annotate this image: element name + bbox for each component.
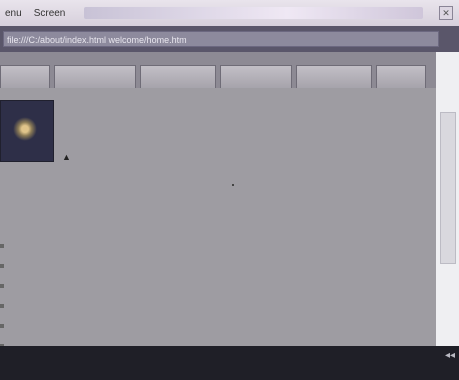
- tab-1[interactable]: [54, 65, 136, 88]
- vertical-scrollbar[interactable]: [436, 52, 459, 346]
- address-bar: file:///C:/about/index.html welcome/home…: [0, 26, 459, 52]
- browser-window: enu Screen ✕ file:///C:/about/index.html…: [0, 0, 459, 380]
- tab-2[interactable]: [140, 65, 216, 88]
- bullet-icon: [0, 264, 4, 268]
- thumbnail-image: [0, 100, 54, 162]
- menu-item-0[interactable]: enu: [2, 8, 25, 19]
- bullet-icon: [0, 304, 4, 308]
- bullet-icon: [0, 324, 4, 328]
- tab-5[interactable]: [376, 65, 426, 88]
- cursor-dot: [232, 184, 234, 186]
- status-icons: ◂◂: [444, 350, 455, 361]
- tab-4[interactable]: [296, 65, 372, 88]
- title-strip: [84, 7, 423, 19]
- list-item[interactable]: [0, 318, 430, 338]
- menu-bar: enu Screen ✕: [0, 0, 459, 26]
- status-bar: ◂◂: [0, 346, 459, 380]
- tab-bar: [0, 52, 459, 88]
- tab-3[interactable]: [220, 65, 292, 88]
- item-list: [0, 238, 430, 346]
- list-item[interactable]: [0, 258, 430, 278]
- list-item[interactable]: [0, 298, 430, 318]
- tab-0[interactable]: [0, 65, 50, 88]
- menu-item-screen[interactable]: Screen: [31, 8, 69, 19]
- page-content: ▲: [0, 88, 436, 346]
- bullet-icon: [0, 284, 4, 288]
- list-item[interactable]: [0, 338, 430, 346]
- address-input[interactable]: file:///C:/about/index.html welcome/home…: [3, 31, 439, 47]
- close-icon[interactable]: ✕: [439, 6, 453, 20]
- scroll-thumb[interactable]: [440, 112, 456, 264]
- sparkle-icon: [13, 117, 37, 141]
- caret-icon: ▲: [62, 152, 71, 162]
- list-item[interactable]: [0, 278, 430, 298]
- bullet-icon: [0, 244, 4, 248]
- list-item[interactable]: [0, 238, 430, 258]
